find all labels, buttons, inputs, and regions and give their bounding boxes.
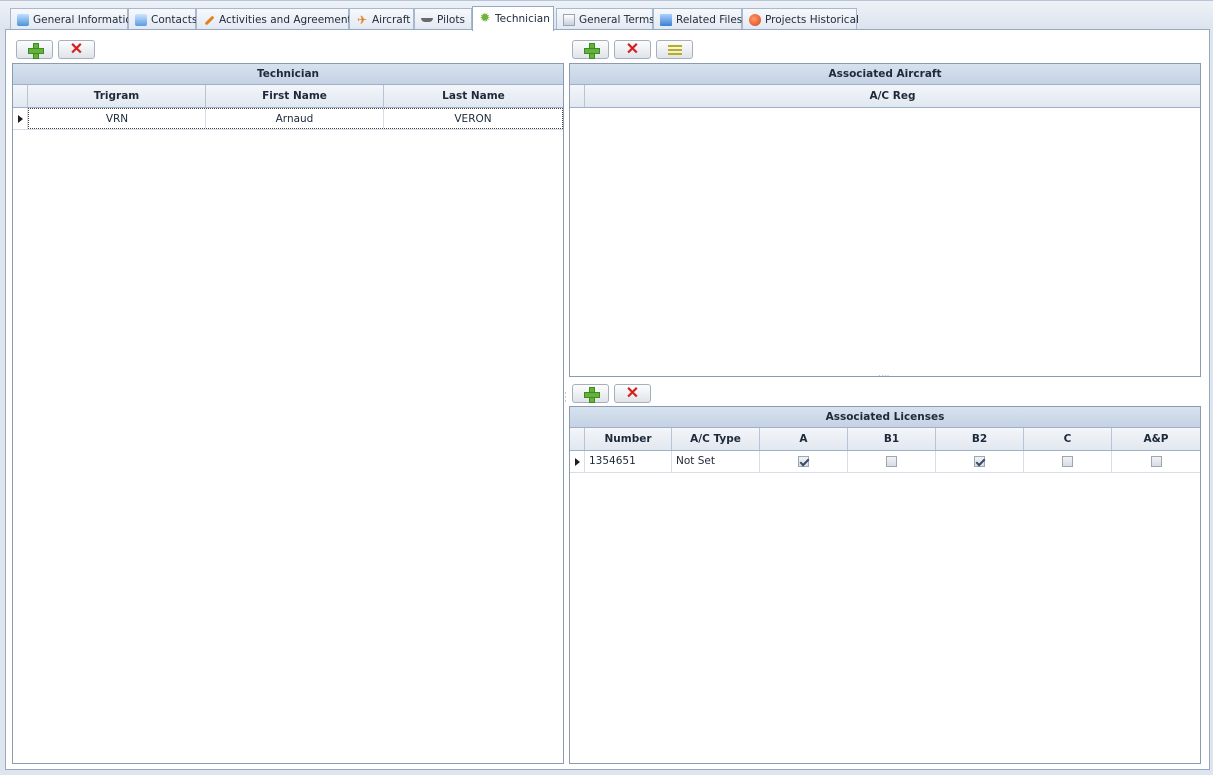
aircraft-list-button[interactable] [656, 40, 693, 59]
column-header-a[interactable]: A [760, 428, 848, 450]
contacts-icon [135, 13, 147, 26]
column-header-a-and-p[interactable]: A&P [1112, 428, 1200, 450]
license-a-checkbox[interactable] [798, 455, 809, 467]
gear-icon: ✹ [479, 11, 491, 26]
delete-x-icon: ✕ [625, 40, 640, 58]
license-b2-checkbox[interactable] [974, 455, 985, 467]
delete-license-button[interactable]: ✕ [614, 384, 651, 403]
files-icon [660, 13, 672, 26]
aircraft-icon: ✈ [356, 12, 368, 27]
tab-label: General Terms [579, 13, 655, 26]
column-header-trigram[interactable]: Trigram [28, 85, 206, 107]
tab-label: Aircraft [372, 13, 411, 26]
column-header-first-name[interactable]: First Name [206, 85, 384, 107]
associated-aircraft-grid: Associated Aircraft A/C Reg [569, 63, 1201, 377]
column-header-last-name[interactable]: Last Name [384, 85, 563, 107]
info-icon [17, 13, 29, 26]
grid-header: Number A/C Type A B1 B2 C A&P [570, 428, 1200, 451]
table-row[interactable]: 1354651 Not Set [570, 451, 1200, 473]
row-indicator-header [570, 85, 585, 107]
cell-c[interactable] [1024, 451, 1112, 472]
row-indicator [570, 451, 585, 472]
plus-icon [583, 42, 600, 59]
delete-technician-button[interactable]: ✕ [58, 40, 95, 59]
cell-first-name[interactable]: Arnaud [206, 109, 384, 128]
add-license-button[interactable] [572, 384, 609, 403]
license-b1-checkbox[interactable] [886, 455, 897, 467]
delete-x-icon: ✕ [69, 40, 84, 58]
tab-label: Technician [495, 13, 550, 25]
tab-contacts[interactable]: Contacts [128, 8, 198, 30]
technician-grid: Technician Trigram First Name Last Name … [12, 63, 564, 764]
tab-activities-and-agreements[interactable]: Activities and Agreements [196, 8, 357, 30]
delete-aircraft-button[interactable]: ✕ [614, 40, 651, 59]
tab-related-files[interactable]: Related Files [653, 8, 742, 30]
column-header-b2[interactable]: B2 [936, 428, 1024, 450]
list-icon [667, 44, 682, 55]
license-c-checkbox[interactable] [1062, 455, 1073, 467]
tab-label: Projects Historical [765, 13, 859, 26]
tab-general-terms[interactable]: General Terms [556, 8, 655, 30]
column-header-ac-reg[interactable]: A/C Reg [585, 85, 1200, 107]
tab-label: Contacts [151, 13, 198, 26]
associated-licenses-grid: Associated Licenses Number A/C Type A B1… [569, 406, 1201, 764]
add-aircraft-button[interactable] [572, 40, 609, 59]
tab-technician[interactable]: ✹ Technician [472, 6, 554, 31]
column-header-ac-type[interactable]: A/C Type [672, 428, 760, 450]
grid-header: A/C Reg [570, 85, 1200, 108]
technician-tab-content: ✕ Technician Trigram First Name Last Nam… [5, 29, 1210, 770]
add-technician-button[interactable] [16, 40, 53, 59]
cell-number[interactable]: 1354651 [585, 451, 672, 472]
history-icon [749, 13, 761, 26]
horizontal-splitter-grip[interactable]: ···· [878, 373, 889, 382]
tab-aircraft[interactable]: ✈ Aircraft [349, 8, 414, 30]
license-a-and-p-checkbox[interactable] [1150, 455, 1162, 467]
current-row-arrow-icon [575, 458, 580, 466]
column-header-c[interactable]: C [1024, 428, 1112, 450]
cell-trigram[interactable]: VRN [29, 109, 206, 128]
column-header-b1[interactable]: B1 [848, 428, 936, 450]
tab-label: General Information [33, 13, 139, 26]
grid-caption: Technician [13, 64, 563, 85]
vertical-splitter-grip[interactable]: · · · [564, 390, 567, 407]
grid-caption: Associated Licenses [570, 407, 1200, 428]
cell-b1[interactable] [848, 451, 936, 472]
cell-a[interactable] [760, 451, 848, 472]
delete-x-icon: ✕ [625, 384, 640, 402]
cell-last-name[interactable]: VERON [384, 109, 562, 128]
wrench-icon [203, 14, 215, 26]
row-indicator [13, 108, 28, 129]
cell-b2[interactable] [936, 451, 1024, 472]
row-indicator-header [13, 85, 28, 107]
column-header-number[interactable]: Number [585, 428, 672, 450]
document-icon [563, 13, 575, 26]
tab-general-information[interactable]: General Information [10, 8, 139, 30]
tab-projects-historical[interactable]: Projects Historical [742, 8, 859, 30]
plus-icon [583, 386, 600, 403]
current-row-arrow-icon [18, 115, 23, 123]
cell-ac-type[interactable]: Not Set [672, 451, 760, 472]
tab-label: Pilots [437, 13, 465, 26]
tab-pilots[interactable]: Pilots [414, 8, 472, 30]
selected-row-cells[interactable]: VRN Arnaud VERON [28, 108, 563, 129]
pilot-wings-icon [421, 14, 433, 26]
row-indicator-header [570, 428, 585, 450]
table-row[interactable]: VRN Arnaud VERON [13, 108, 563, 130]
cell-a-and-p[interactable] [1112, 451, 1200, 472]
plus-icon [27, 42, 44, 59]
grid-header: Trigram First Name Last Name [13, 85, 563, 108]
tab-strip: General Information Contacts Activities … [0, 0, 1213, 31]
grid-caption: Associated Aircraft [570, 64, 1200, 85]
tab-label: Related Files [676, 13, 743, 26]
tab-label: Activities and Agreements [219, 13, 358, 26]
